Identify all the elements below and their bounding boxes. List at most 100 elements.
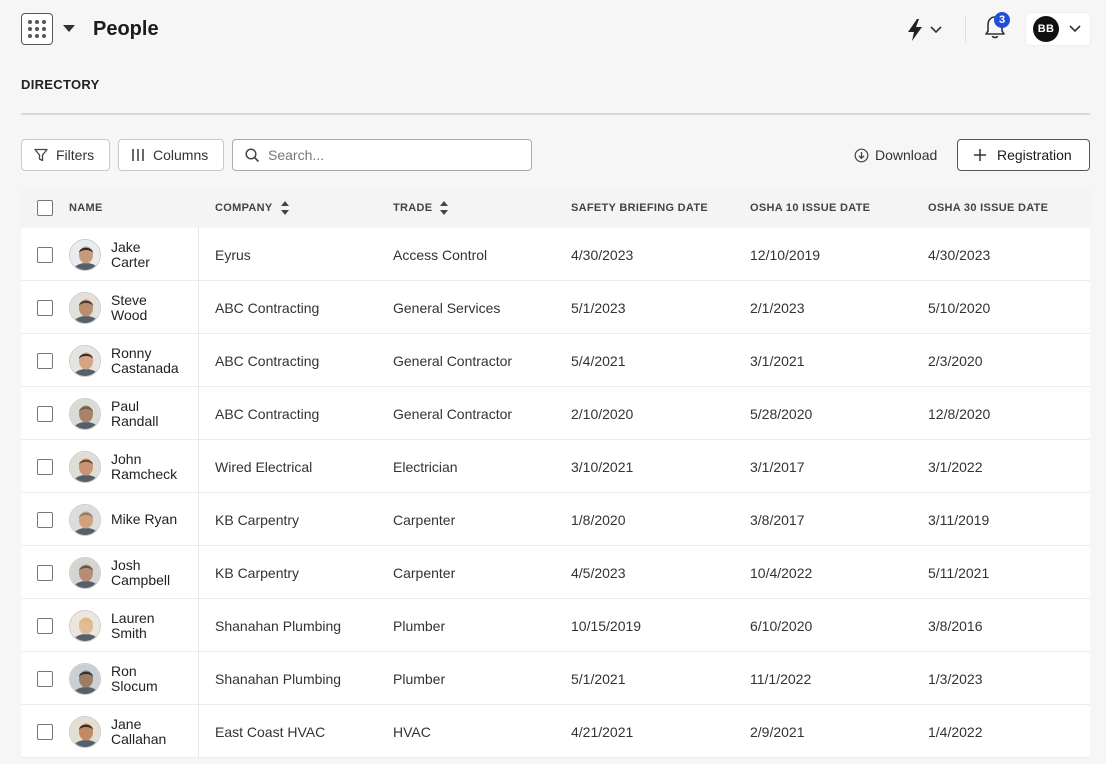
row-checkbox[interactable]: [37, 617, 53, 634]
osha10-issue-date-cell: 2/9/2021: [750, 723, 805, 740]
table-row[interactable]: Steve Wood ABC Contracting General Servic…: [21, 281, 1090, 334]
registration-button[interactable]: Registration: [957, 139, 1090, 171]
person-avatar: [69, 397, 101, 430]
column-header-osha10-issue-date[interactable]: OSHA 10 ISSUE DATE: [750, 188, 870, 228]
columns-icon: [132, 149, 144, 161]
table-row[interactable]: Josh Campbell KB Carpentry Carpenter 4/5/…: [21, 546, 1090, 599]
person-last-name: Smith: [111, 624, 147, 641]
row-select-cell: [37, 705, 53, 758]
person-name-cell[interactable]: Steve Wood: [69, 281, 191, 334]
company-cell: Eyrus: [215, 246, 251, 263]
row-checkbox[interactable]: [37, 723, 53, 740]
person-photo-icon: [70, 451, 100, 482]
row-checkbox[interactable]: [37, 670, 53, 687]
person-name-cell[interactable]: Paul Randall: [69, 387, 191, 440]
header-divider: [965, 16, 966, 42]
company-cell: ABC Contracting: [215, 405, 320, 422]
download-label: Download: [875, 147, 938, 163]
name-column-divider: [198, 440, 199, 493]
person-name: Mike Ryan: [111, 512, 191, 527]
column-header-name[interactable]: NAME: [69, 188, 103, 228]
grid-icon: [28, 20, 46, 38]
person-name-cell[interactable]: Mike Ryan: [69, 493, 191, 546]
person-first-name: Jake: [111, 238, 141, 255]
filter-icon: [34, 148, 48, 162]
table-row[interactable]: Mike Ryan KB Carpentry Carpenter 1/8/202…: [21, 493, 1090, 546]
person-first-name: Ron: [111, 662, 137, 679]
osha10-issue-date-cell: 11/1/2022: [750, 670, 812, 687]
person-avatar: [69, 609, 101, 642]
person-name-cell[interactable]: Jane Callahan: [69, 705, 191, 758]
sort-icon[interactable]: [280, 201, 289, 215]
person-name-cell[interactable]: Ron Slocum: [69, 652, 191, 705]
table-header: NAME COMPANY TRADE SAFETY BRIEFING DATE …: [21, 188, 1090, 228]
trade-cell: Access Control: [393, 246, 488, 263]
person-last-name: Carter: [111, 253, 150, 270]
person-name-cell[interactable]: Josh Campbell: [69, 546, 191, 599]
person-first-name: Steve: [111, 291, 147, 308]
table-row[interactable]: Paul Randall ABC Contracting General Cont…: [21, 387, 1090, 440]
trade-cell: Electrician: [393, 458, 458, 475]
company-cell: East Coast HVAC: [215, 723, 326, 740]
person-name-cell[interactable]: Jake Carter: [69, 228, 191, 281]
person-name: Jane Callahan: [111, 715, 191, 747]
person-first-name: Ronny: [111, 344, 152, 361]
table-row[interactable]: Ron Slocum Shanahan Plumbing Plumber 5/1/…: [21, 652, 1090, 705]
person-photo-icon: [70, 239, 100, 270]
table-row[interactable]: Ronny Castanada ABC Contracting General C…: [21, 334, 1090, 387]
osha10-issue-date-cell: 3/8/2017: [750, 511, 805, 528]
column-header-safety-briefing-date[interactable]: SAFETY BRIEFING DATE: [571, 188, 708, 228]
column-header-company[interactable]: COMPANY: [215, 188, 289, 228]
app-launcher-button[interactable]: [21, 13, 53, 45]
download-button[interactable]: Download: [854, 139, 937, 171]
chevron-down-icon: [930, 26, 942, 34]
person-name: Lauren Smith: [111, 610, 191, 641]
person-first-name: Jane: [111, 715, 142, 732]
person-photo-icon: [70, 716, 100, 747]
person-name-cell[interactable]: John Ramcheck: [69, 440, 191, 493]
select-all-checkbox[interactable]: [37, 200, 53, 216]
row-checkbox[interactable]: [37, 246, 53, 263]
osha30-issue-date-cell: 3/8/2016: [928, 617, 983, 634]
row-checkbox[interactable]: [37, 352, 53, 369]
row-checkbox[interactable]: [37, 564, 53, 581]
row-checkbox[interactable]: [37, 299, 53, 316]
trade-cell: General Contractor: [393, 405, 513, 422]
column-header-osha10-label: OSHA 10 ISSUE DATE: [750, 202, 871, 214]
table-row[interactable]: Jane Callahan East Coast HVAC HVAC 4/21/2…: [21, 705, 1090, 758]
row-select-cell: [37, 652, 53, 705]
row-checkbox[interactable]: [37, 405, 53, 422]
person-photo-icon: [70, 398, 100, 429]
osha30-issue-date-cell: 4/30/2023: [928, 246, 991, 263]
row-checkbox[interactable]: [37, 511, 53, 528]
person-first-name: John: [111, 450, 142, 467]
download-icon: [854, 148, 869, 162]
column-header-osha30-issue-date[interactable]: OSHA 30 ISSUE DATE: [928, 188, 1048, 228]
company-cell: ABC Contracting: [215, 352, 320, 369]
person-photo-icon: [70, 345, 100, 376]
osha30-issue-date-cell: 2/3/2020: [928, 352, 983, 369]
column-header-trade-label: TRADE: [393, 202, 433, 214]
osha10-issue-date-cell: 12/10/2019: [750, 246, 821, 263]
people-table: NAME COMPANY TRADE SAFETY BRIEFING DATE …: [21, 188, 1090, 758]
person-first-name: Mike Ryan: [111, 511, 178, 527]
name-column-divider: [198, 652, 199, 705]
table-row[interactable]: John Ramcheck Wired Electrical Electricia…: [21, 440, 1090, 493]
sort-icon[interactable]: [440, 201, 449, 215]
table-row[interactable]: Lauren Smith Shanahan Plumbing Plumber 10…: [21, 599, 1090, 652]
user-menu-button[interactable]: BB: [1026, 13, 1090, 45]
column-header-trade[interactable]: TRADE: [393, 188, 449, 228]
app-menu-dropdown[interactable]: [62, 23, 76, 35]
table-row[interactable]: Jake Carter Eyrus Access Control 4/30/202…: [21, 228, 1090, 281]
column-header-company-label: COMPANY: [215, 202, 273, 214]
search-input[interactable]: [268, 147, 518, 163]
quick-actions-button[interactable]: [906, 16, 950, 44]
columns-button[interactable]: Columns: [118, 139, 224, 171]
person-name-cell[interactable]: Lauren Smith: [69, 599, 191, 652]
search-box[interactable]: [232, 139, 532, 171]
row-checkbox[interactable]: [37, 458, 53, 475]
person-avatar: [69, 715, 101, 748]
filters-button[interactable]: Filters: [21, 139, 110, 171]
person-name: Ron Slocum: [111, 662, 191, 694]
person-name-cell[interactable]: Ronny Castanada: [69, 334, 191, 387]
